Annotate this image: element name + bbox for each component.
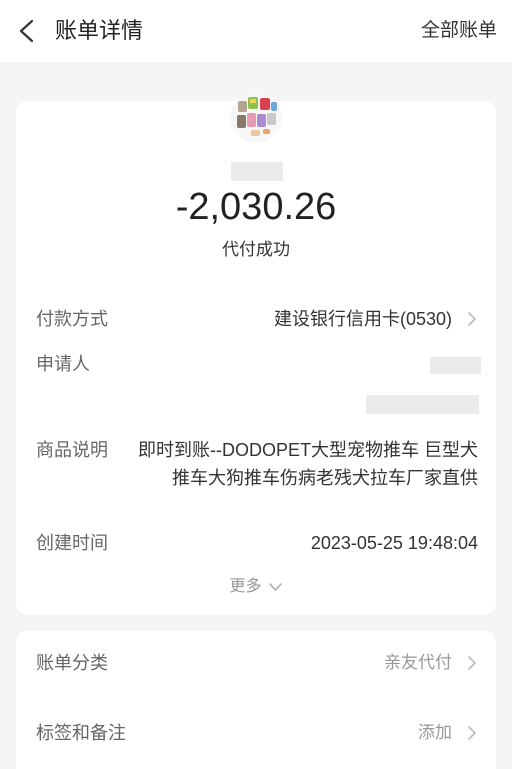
description-line-1: 即时到账--DODOPET大型宠物推车 巨型犬 <box>138 440 478 460</box>
created-time-label: 创建时间 <box>36 533 108 553</box>
chevron-right-icon <box>467 725 477 741</box>
bill-category-value: 亲友代付 <box>384 653 452 672</box>
redacted-applicant-name <box>430 357 481 374</box>
back-button[interactable] <box>10 14 44 48</box>
product-thumbnail-avatar <box>230 91 282 143</box>
description-label: 商品说明 <box>36 440 108 460</box>
description-row: 商品说明 即时到账--DODOPET大型宠物推车 巨型犬 推车大狗推车伤病老残犬… <box>16 428 496 500</box>
applicant-label: 申请人 <box>36 354 90 374</box>
chevron-left-icon[interactable] <box>18 18 36 44</box>
created-time-row: 创建时间 2023-05-25 19:48:04 <box>16 521 496 565</box>
tags-notes-add: 添加 <box>418 723 452 742</box>
bill-status: 代付成功 <box>222 240 290 259</box>
bill-category-label: 账单分类 <box>36 653 108 673</box>
payment-method-row[interactable]: 付款方式 建设银行信用卡(0530) <box>16 297 496 341</box>
bill-detail-page: 账单详情 全部账单 -2,030.26 代付成功 付款方式 建设银行信用卡(05… <box>0 0 512 769</box>
redacted-payee-name <box>231 162 283 181</box>
created-time-value: 2023-05-25 19:48:04 <box>310 533 478 553</box>
chevron-right-icon <box>467 655 477 671</box>
payment-method-value: 建设银行信用卡(0530) <box>273 309 452 329</box>
all-bills-link[interactable]: 全部账单 <box>421 18 497 44</box>
bill-amount: -2,030.26 <box>175 186 337 228</box>
description-line-2: 推车大狗推车伤病老残犬拉车厂家直供 <box>172 468 478 488</box>
payment-method-label: 付款方式 <box>36 309 108 329</box>
tags-notes-row[interactable]: 标签和备注 添加 <box>16 711 496 755</box>
applicant-row: 申请人 <box>16 342 496 422</box>
top-bar: 账单详情 全部账单 <box>0 0 512 62</box>
more-label: 更多 <box>229 578 262 595</box>
bill-category-row[interactable]: 账单分类 亲友代付 <box>16 641 496 685</box>
chevron-down-icon <box>268 583 282 591</box>
chevron-right-icon <box>467 311 477 327</box>
tags-notes-label: 标签和备注 <box>36 723 126 743</box>
redacted-applicant-account <box>366 395 479 414</box>
page-title: 账单详情 <box>55 18 144 43</box>
more-button[interactable]: 更多 <box>0 576 512 598</box>
product-thumbnail-image <box>230 91 282 143</box>
